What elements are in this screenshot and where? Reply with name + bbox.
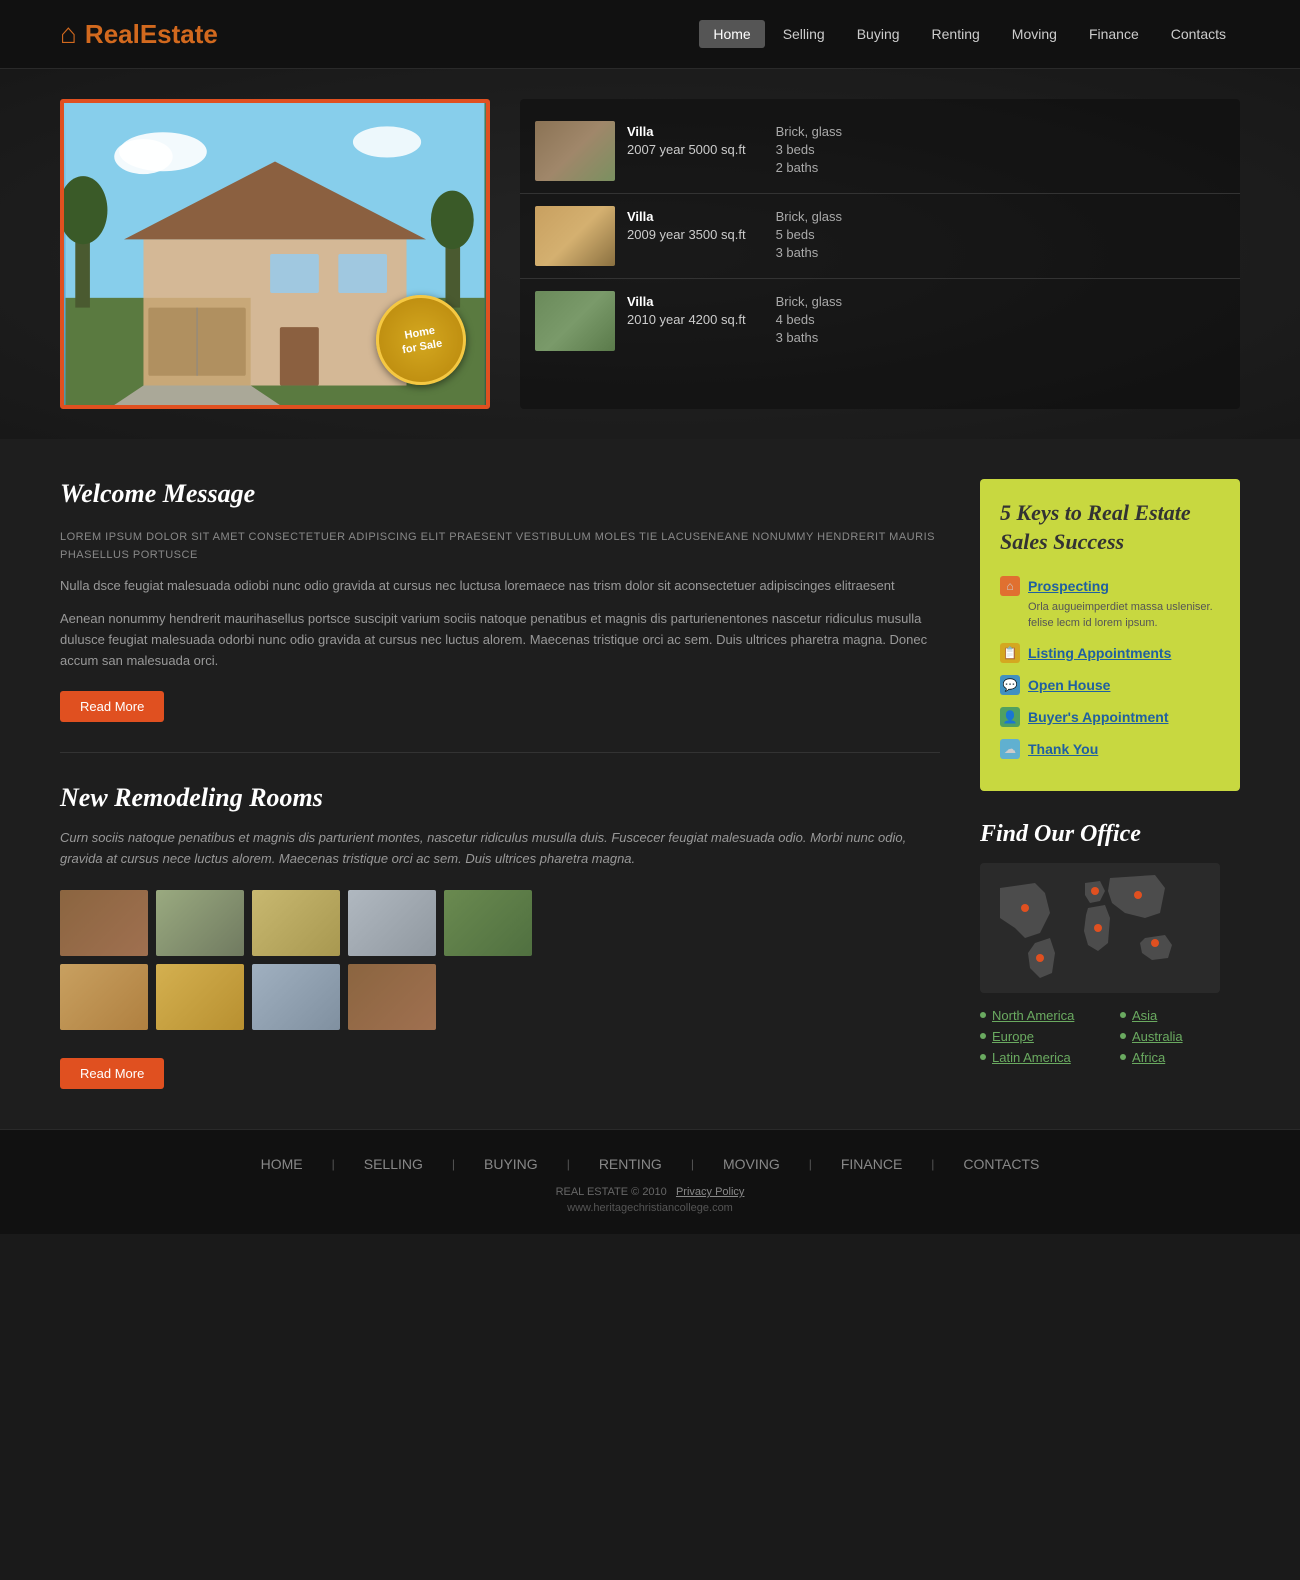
office-col-2: Asia Australia Africa xyxy=(1120,1008,1240,1071)
listing-thumb-3 xyxy=(535,291,615,351)
logo-text: RealEstate xyxy=(85,19,218,50)
nav-home[interactable]: Home xyxy=(699,20,764,48)
footer-renting[interactable]: RENTING xyxy=(585,1150,676,1178)
logo: ⌂ RealEstate xyxy=(60,18,218,50)
welcome-read-more[interactable]: Read More xyxy=(60,691,164,722)
footer-buying[interactable]: BUYING xyxy=(470,1150,552,1178)
nav-finance[interactable]: Finance xyxy=(1075,20,1153,48)
dot-icon xyxy=(1120,1054,1126,1060)
listing-info-3: Villa 2010 year 4200 sq.ft Brick, glass … xyxy=(627,294,842,348)
thankyou-icon: ☁ xyxy=(1000,739,1020,759)
footer: HOME | SELLING | BUYING | RENTING | MOVI… xyxy=(0,1129,1300,1234)
footer-nav: HOME | SELLING | BUYING | RENTING | MOVI… xyxy=(60,1150,1240,1178)
key-item-buyer: 👤 Buyer's Appointment xyxy=(1000,707,1220,727)
sidebar: 5 Keys to Real Estate Sales Success ⌂ Pr… xyxy=(980,479,1240,1089)
world-map xyxy=(980,863,1220,993)
office-title: Find Our Office xyxy=(980,821,1240,848)
buyer-icon: 👤 xyxy=(1000,707,1020,727)
office-africa[interactable]: Africa xyxy=(1120,1050,1240,1065)
footer-contacts[interactable]: CONTACTS xyxy=(949,1150,1053,1178)
remodeling-thumb-8[interactable] xyxy=(252,964,340,1030)
key-item-listing: 📋 Listing Appointments xyxy=(1000,643,1220,663)
footer-moving[interactable]: MOVING xyxy=(709,1150,794,1178)
remodeling-thumb-3[interactable] xyxy=(252,890,340,956)
key-item-openhouse: 💬 Open House xyxy=(1000,675,1220,695)
dot-icon xyxy=(1120,1012,1126,1018)
key-item-prospecting: ⌂ Prospecting Orla augueimperdiet massa … xyxy=(1000,576,1220,631)
remodeling-text: Curn sociis natoque penatibus et magnis … xyxy=(60,828,940,870)
hero-image-container: Home for Sale xyxy=(60,99,490,409)
nav-selling[interactable]: Selling xyxy=(769,20,839,48)
remodeling-thumb-6[interactable] xyxy=(60,964,148,1030)
listings-panel: Villa 2007 year 5000 sq.ft Brick, glass … xyxy=(520,99,1240,409)
remodeling-images-row2 xyxy=(60,964,940,1030)
remodeling-thumb-5[interactable] xyxy=(444,890,532,956)
remodeling-thumb-4[interactable] xyxy=(348,890,436,956)
nav-renting[interactable]: Renting xyxy=(918,20,994,48)
office-australia[interactable]: Australia xyxy=(1120,1029,1240,1044)
divider xyxy=(60,752,940,753)
remodeling-read-more[interactable]: Read More xyxy=(60,1058,164,1089)
dot-icon xyxy=(980,1012,986,1018)
footer-selling[interactable]: SELLING xyxy=(350,1150,437,1178)
house-icon: ⌂ xyxy=(60,18,77,50)
key-item-thankyou: ☁ Thank You xyxy=(1000,739,1220,759)
listing-thumb-1 xyxy=(535,121,615,181)
dot-icon xyxy=(1120,1033,1126,1039)
listing-item[interactable]: Villa 2010 year 4200 sq.ft Brick, glass … xyxy=(520,279,1240,363)
nav-moving[interactable]: Moving xyxy=(998,20,1071,48)
listing-thumb-2 xyxy=(535,206,615,266)
keys-title: 5 Keys to Real Estate Sales Success xyxy=(1000,499,1220,556)
header: ⌂ RealEstate Home Selling Buying Renting… xyxy=(0,0,1300,69)
listing-link[interactable]: Listing Appointments xyxy=(1028,645,1171,661)
openhouse-link[interactable]: Open House xyxy=(1028,677,1110,693)
listing-item[interactable]: Villa 2007 year 5000 sq.ft Brick, glass … xyxy=(520,109,1240,194)
office-europe[interactable]: Europe xyxy=(980,1029,1100,1044)
dot-icon xyxy=(980,1033,986,1039)
office-locations: North America Europe Latin America Asia xyxy=(980,1008,1240,1071)
buyer-link[interactable]: Buyer's Appointment xyxy=(1028,709,1169,725)
remodeling-title: New Remodeling Rooms xyxy=(60,783,940,813)
remodeling-thumb-2[interactable] xyxy=(156,890,244,956)
remodeling-thumb-9[interactable] xyxy=(348,964,436,1030)
office-latin-america[interactable]: Latin America xyxy=(980,1050,1100,1065)
privacy-policy-link[interactable]: Privacy Policy xyxy=(676,1186,744,1198)
listing-item[interactable]: Villa 2009 year 3500 sq.ft Brick, glass … xyxy=(520,194,1240,279)
hero-section: Home for Sale Villa 2007 year 5000 sq.ft… xyxy=(0,69,1300,439)
welcome-title: Welcome Message xyxy=(60,479,940,509)
prospecting-link[interactable]: Prospecting xyxy=(1028,578,1109,594)
listing-icon: 📋 xyxy=(1000,643,1020,663)
remodeling-thumb-1[interactable] xyxy=(60,890,148,956)
nav-buying[interactable]: Buying xyxy=(843,20,914,48)
main-nav: Home Selling Buying Renting Moving Finan… xyxy=(699,20,1240,48)
prospecting-icon: ⌂ xyxy=(1000,576,1020,596)
nav-contacts[interactable]: Contacts xyxy=(1157,20,1240,48)
footer-url: www.heritagechristiancollege.com xyxy=(60,1202,1240,1214)
footer-copy: REAL ESTATE © 2010 Privacy Policy xyxy=(60,1186,1240,1198)
footer-home[interactable]: HOME xyxy=(247,1150,317,1178)
remodeling-images-row1 xyxy=(60,890,940,956)
thankyou-link[interactable]: Thank You xyxy=(1028,741,1098,757)
office-col-1: North America Europe Latin America xyxy=(980,1008,1100,1071)
prospecting-desc: Orla augueimperdiet massa usleniser. fel… xyxy=(1028,600,1220,631)
keys-box: 5 Keys to Real Estate Sales Success ⌂ Pr… xyxy=(980,479,1240,791)
footer-finance[interactable]: FINANCE xyxy=(827,1150,916,1178)
dot-icon xyxy=(980,1054,986,1060)
welcome-lorem-upper: LOREM IPSUM DOLOR SIT AMET CONSECTETUER … xyxy=(60,529,940,564)
remodeling-thumb-7[interactable] xyxy=(156,964,244,1030)
content-section: Welcome Message LOREM IPSUM DOLOR SIT AM… xyxy=(0,439,1300,1129)
openhouse-icon: 💬 xyxy=(1000,675,1020,695)
welcome-para1: Nulla dsce feugiat malesuada odiobi nunc… xyxy=(60,576,940,597)
office-north-america[interactable]: North America xyxy=(980,1008,1100,1023)
welcome-para2: Aenean nonummy hendrerit maurihasellus p… xyxy=(60,609,940,671)
listing-info-2: Villa 2009 year 3500 sq.ft Brick, glass … xyxy=(627,209,842,263)
main-content: Welcome Message LOREM IPSUM DOLOR SIT AM… xyxy=(60,479,940,1089)
listing-info-1: Villa 2007 year 5000 sq.ft Brick, glass … xyxy=(627,124,842,178)
office-asia[interactable]: Asia xyxy=(1120,1008,1240,1023)
